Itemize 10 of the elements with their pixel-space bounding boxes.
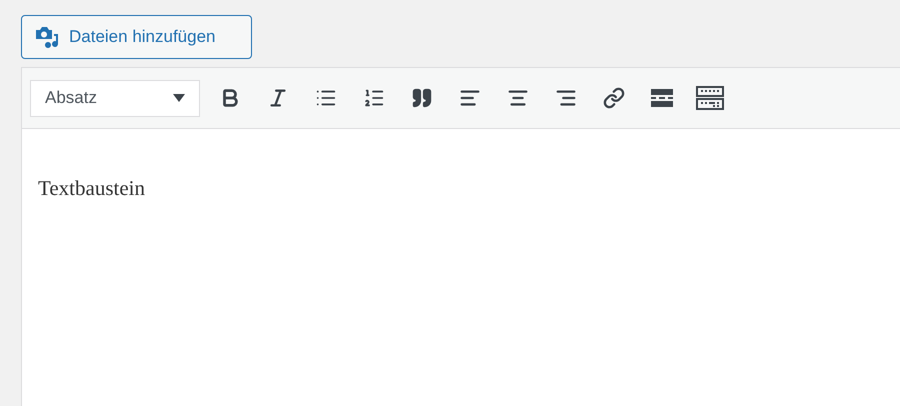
caret-icon xyxy=(173,94,185,102)
quote-icon xyxy=(411,87,433,109)
camera-music-icon xyxy=(34,26,60,48)
add-media-button[interactable]: Dateien hinzufügen xyxy=(21,15,252,59)
numbered-list-icon xyxy=(363,87,385,109)
read-more-icon xyxy=(651,87,673,109)
link-icon xyxy=(603,87,625,109)
format-dropdown[interactable]: Absatz xyxy=(30,80,200,116)
editor-content-text: Textbaustein xyxy=(38,175,146,202)
keyboard-icon xyxy=(696,86,724,110)
